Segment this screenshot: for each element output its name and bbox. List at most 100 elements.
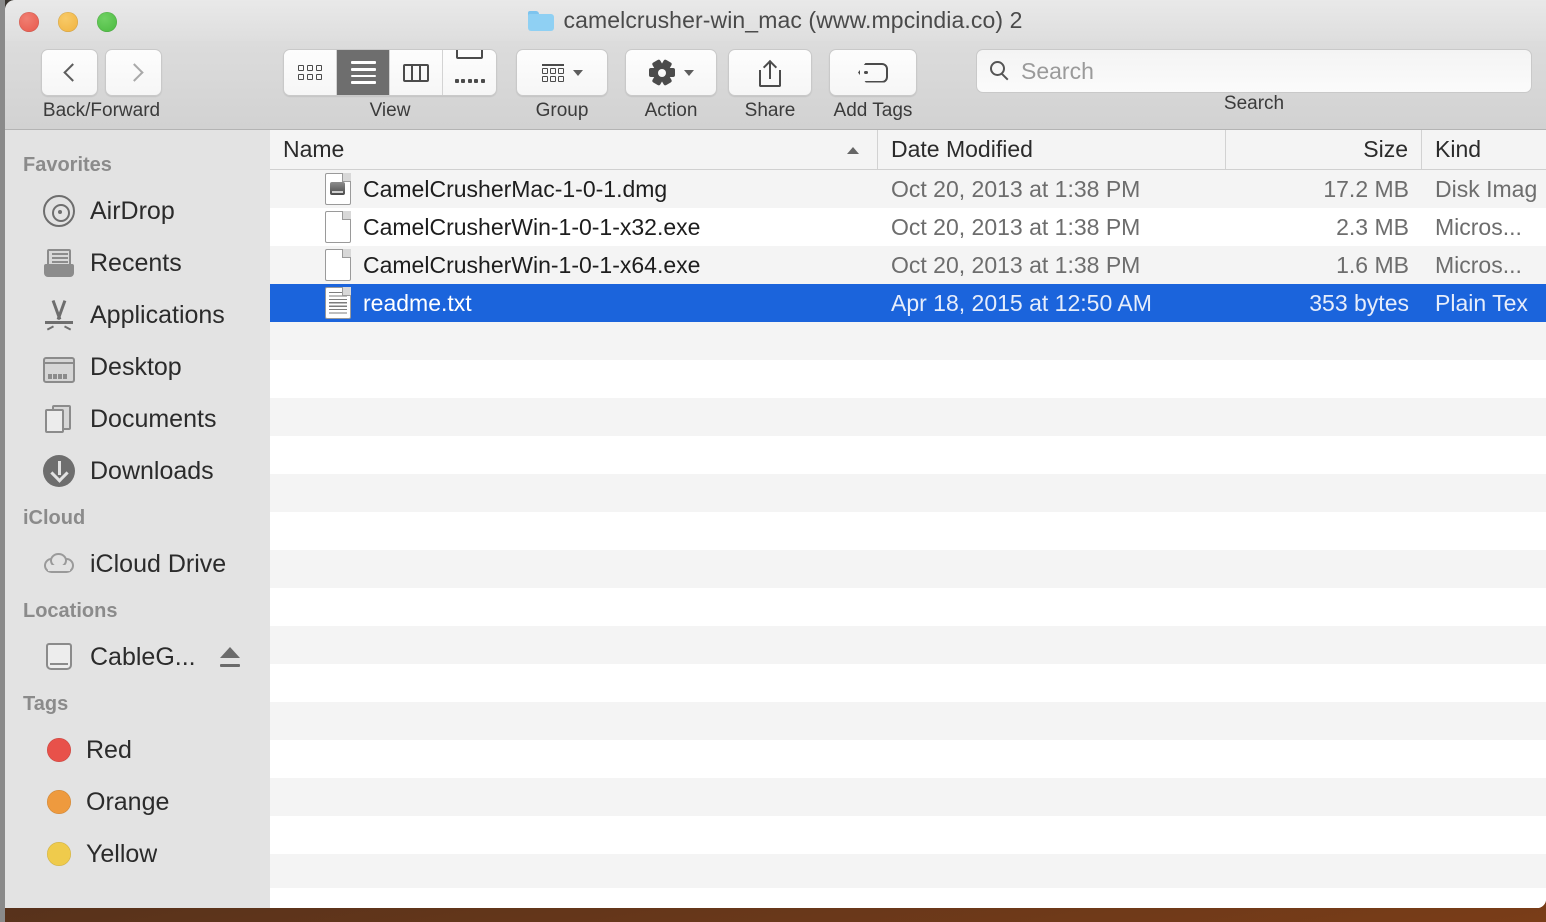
- share-label: Share: [744, 100, 796, 121]
- chevron-left-icon: [64, 63, 76, 83]
- sidebar-item-label: Orange: [86, 787, 170, 816]
- table-row[interactable]: readme.txt Apr 18, 2015 at 12:50 AM 353 …: [270, 284, 1546, 322]
- list-bottom-padding: [270, 888, 1546, 908]
- view-group: View: [283, 49, 497, 122]
- table-row[interactable]: CamelCrusherMac-1-0-1.dmg Oct 20, 2013 a…: [270, 170, 1546, 208]
- sidebar-item-downloads[interactable]: Downloads: [5, 445, 270, 497]
- cell-size: 1.6 MB: [1336, 251, 1409, 278]
- file-name: readme.txt: [363, 289, 472, 316]
- window-title-text: camelcrusher-win_mac (www.mpcindia.co) 2: [563, 7, 1023, 33]
- forward-button[interactable]: [105, 49, 162, 96]
- cell-kind: Plain Tex: [1435, 289, 1528, 316]
- tag-icon: [858, 62, 888, 83]
- column-header-name[interactable]: Name: [270, 130, 878, 169]
- search-group: Search Search: [976, 49, 1532, 115]
- cell-name: CamelCrusherMac-1-0-1.dmg: [270, 173, 878, 205]
- cell-date-modified: Apr 18, 2015 at 12:50 AM: [891, 289, 1152, 316]
- group-group: Group: [516, 49, 608, 122]
- tag-dot-icon: [47, 842, 71, 866]
- sidebar-item-label: Yellow: [86, 839, 158, 868]
- add-tags-button[interactable]: [829, 49, 917, 96]
- gallery-icon: [454, 50, 485, 95]
- sidebar-item-label: CableG...: [90, 642, 196, 671]
- generic-file-icon: [325, 211, 351, 243]
- gallery-view-button[interactable]: [443, 50, 496, 95]
- file-name: CamelCrusherMac-1-0-1.dmg: [363, 175, 668, 202]
- sidebar-header-locations: Locations: [23, 600, 118, 622]
- column-header-size[interactable]: Size: [1226, 130, 1422, 169]
- sidebar-header-tags: Tags: [23, 693, 69, 715]
- nav-label: Back/Forward: [42, 100, 161, 121]
- window-title: camelcrusher-win_mac (www.mpcindia.co) 2: [5, 0, 1546, 41]
- cell-date-modified: Oct 20, 2013 at 1:38 PM: [891, 175, 1141, 202]
- empty-rows: [270, 322, 1546, 892]
- sidebar-item-recents[interactable]: Recents: [5, 237, 270, 289]
- sidebar-item-applications[interactable]: Applications: [5, 289, 270, 341]
- list-icon: [350, 61, 376, 84]
- group-button[interactable]: [516, 49, 608, 96]
- action-group: Action: [625, 49, 717, 122]
- view-label: View: [369, 100, 411, 121]
- share-icon: [759, 59, 781, 87]
- sidebar-item-label: Applications: [90, 300, 225, 329]
- cell-name: CamelCrusherWin-1-0-1-x64.exe: [270, 249, 878, 281]
- icon-view-button[interactable]: [284, 50, 337, 95]
- sidebar-header-icloud: iCloud: [23, 507, 86, 529]
- empty-row: [270, 778, 1546, 816]
- sidebar-item-desktop[interactable]: Desktop: [5, 341, 270, 393]
- sidebar-item-tag-yellow[interactable]: Yellow: [5, 828, 270, 880]
- title-bar: camelcrusher-win_mac (www.mpcindia.co) 2: [5, 0, 1546, 41]
- sidebar-item-cableg[interactable]: CableG...: [5, 631, 270, 683]
- column-view-button[interactable]: [390, 50, 443, 95]
- cell-size: 353 bytes: [1309, 289, 1409, 316]
- grid-icon: [298, 65, 322, 80]
- table-row[interactable]: CamelCrusherWin-1-0-1-x32.exe Oct 20, 20…: [270, 208, 1546, 246]
- sidebar-item-label: iCloud Drive: [90, 549, 227, 578]
- sidebar-item-documents[interactable]: Documents: [5, 393, 270, 445]
- table-row[interactable]: CamelCrusherWin-1-0-1-x64.exe Oct 20, 20…: [270, 246, 1546, 284]
- tag-dot-icon: [47, 738, 71, 762]
- finder-window: camelcrusher-win_mac (www.mpcindia.co) 2…: [5, 0, 1546, 908]
- sidebar: Favorites AirDrop Recents Applications D…: [5, 130, 270, 908]
- toolbar: Back/Forward View Group Action Share Add…: [5, 41, 1546, 130]
- add-tags-label: Add Tags: [833, 100, 913, 121]
- search-input[interactable]: Search: [976, 49, 1532, 93]
- file-name: CamelCrusherWin-1-0-1-x32.exe: [363, 213, 701, 240]
- empty-row: [270, 588, 1546, 626]
- empty-row: [270, 322, 1546, 360]
- harddisk-icon: [43, 641, 75, 673]
- search-placeholder: Search: [1021, 57, 1094, 84]
- sidebar-item-label: Desktop: [90, 352, 182, 381]
- sidebar-item-tag-orange[interactable]: Orange: [5, 776, 270, 828]
- column-header-date-modified[interactable]: Date Modified: [878, 130, 1226, 169]
- nav-buttons: [41, 49, 162, 96]
- eject-icon[interactable]: [220, 647, 240, 667]
- recents-icon: [43, 247, 75, 279]
- cell-date-modified: Oct 20, 2013 at 1:38 PM: [891, 251, 1141, 278]
- empty-row: [270, 398, 1546, 436]
- action-button[interactable]: [625, 49, 717, 96]
- empty-row: [270, 474, 1546, 512]
- airdrop-icon: [43, 195, 75, 227]
- empty-row: [270, 550, 1546, 588]
- file-name: CamelCrusherWin-1-0-1-x64.exe: [363, 251, 701, 278]
- empty-row: [270, 626, 1546, 664]
- sidebar-item-icloud-drive[interactable]: iCloud Drive: [5, 538, 270, 590]
- downloads-icon: [43, 455, 75, 487]
- action-label: Action: [644, 100, 698, 121]
- share-button[interactable]: [728, 49, 812, 96]
- column-header-kind[interactable]: Kind: [1422, 130, 1546, 169]
- sidebar-item-airdrop[interactable]: AirDrop: [5, 185, 270, 237]
- sidebar-item-label: Recents: [90, 248, 182, 277]
- cell-size: 17.2 MB: [1323, 175, 1409, 202]
- search-label: Search: [1223, 93, 1285, 114]
- file-rows: CamelCrusherMac-1-0-1.dmg Oct 20, 2013 a…: [270, 170, 1546, 322]
- cell-kind: Micros...: [1435, 213, 1522, 240]
- cell-size: 2.3 MB: [1336, 213, 1409, 240]
- sidebar-item-label: Documents: [90, 404, 217, 433]
- empty-row: [270, 512, 1546, 550]
- sidebar-item-tag-red[interactable]: Red: [5, 724, 270, 776]
- back-button[interactable]: [41, 49, 98, 96]
- applications-icon: [43, 299, 75, 331]
- list-view-button[interactable]: [337, 50, 390, 95]
